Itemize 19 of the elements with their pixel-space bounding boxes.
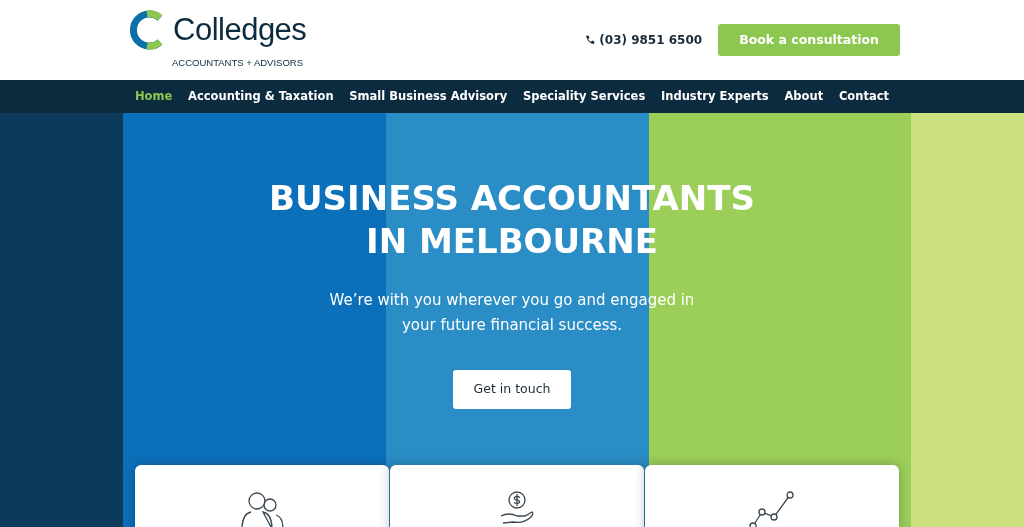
hero-subtitle-line: your future financial success. [400,315,624,336]
nav-link[interactable]: Accounting & Taxation [183,87,339,106]
hero-title-line: IN MELBOURNE [365,220,659,263]
coin-hand-icon [499,490,535,527]
nav-link[interactable]: About [779,87,829,106]
hero-subtitle-line: We’re with you wherever you go and engaged in [328,290,696,311]
get-in-touch-button[interactable]: Get in touch [452,370,572,409]
logo-name: Colledges [173,14,307,46]
people-icon [239,490,285,527]
phone-number[interactable]: (03) 9851 6500 [599,31,703,49]
hero-title-line: BUSINESS ACCOUNTANTS [268,177,756,220]
nav-link[interactable]: Contact [833,87,894,106]
logo-icon [127,9,165,50]
phone-icon [585,35,596,45]
logo-tagline: ACCOUNTANTS + ADVISORS [172,55,304,70]
nav-link[interactable]: Speciality Services [517,87,651,106]
nav-link[interactable]: Industry Experts [656,87,774,106]
nav-link[interactable]: Home [130,87,178,106]
nav-link[interactable]: Small Business Advisory [344,87,513,106]
